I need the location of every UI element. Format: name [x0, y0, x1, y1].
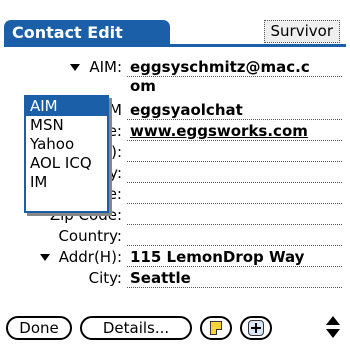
- popup-item-msn[interactable]: MSN: [26, 116, 107, 135]
- website-value[interactable]: www.eggsworks.com: [130, 122, 308, 141]
- addr-line: [127, 266, 342, 267]
- popup-item-im[interactable]: IM: [26, 173, 107, 192]
- im-type-popup: AIM MSN Yahoo AOL ICQ IM: [24, 95, 109, 213]
- aim-value-line2[interactable]: om: [130, 77, 156, 96]
- im-line: [127, 119, 342, 120]
- row5-label: y:: [109, 164, 122, 182]
- website-label: e:: [107, 122, 122, 140]
- add-button[interactable]: [240, 316, 272, 340]
- scroll-down-icon[interactable]: [326, 329, 340, 338]
- city-line: [127, 287, 342, 288]
- scroll-up-icon[interactable]: [326, 316, 340, 325]
- aim-label: AIM:: [89, 58, 122, 76]
- country-field[interactable]: [127, 245, 342, 246]
- aim-value-line1[interactable]: eggsyschmitz@mac.c: [130, 58, 310, 77]
- city-label: City:: [88, 269, 122, 287]
- category-select[interactable]: Survivor: [263, 20, 340, 43]
- addr-label-trigger[interactable]: Addr(H):: [39, 248, 122, 267]
- done-button[interactable]: Done: [6, 316, 72, 340]
- aim-label-trigger[interactable]: AIM:: [70, 58, 122, 77]
- zip-field[interactable]: [127, 224, 342, 225]
- im-label: M: [109, 101, 122, 119]
- row6-label: e:: [107, 185, 122, 203]
- row5-line[interactable]: [127, 182, 342, 183]
- chevron-down-icon: [39, 254, 50, 261]
- aim-line1: [127, 76, 342, 77]
- chevron-down-icon: [70, 64, 81, 71]
- row6-line[interactable]: [127, 203, 342, 204]
- addr-value[interactable]: 115 LemonDrop Way: [130, 248, 304, 267]
- im-value[interactable]: eggsyaolchat: [130, 101, 243, 120]
- contact-edit-screen: Contact Edit Survivor AIM: eggsyschmitz@…: [0, 0, 350, 354]
- country-label: Country:: [58, 227, 122, 245]
- note-icon: [210, 321, 222, 335]
- note-button[interactable]: [200, 316, 232, 340]
- addr-label: Addr(H):: [58, 248, 122, 266]
- details-button[interactable]: Details...: [80, 316, 192, 340]
- website-line: [127, 140, 342, 141]
- popup-item-aim[interactable]: AIM: [26, 97, 107, 116]
- popup-item-yahoo[interactable]: Yahoo: [26, 135, 107, 154]
- city-value[interactable]: Seattle: [130, 269, 191, 288]
- popup-item-aol-icq[interactable]: AOL ICQ: [26, 154, 107, 173]
- row4-label: ):: [111, 143, 122, 161]
- page-title: Contact Edit: [4, 20, 170, 46]
- title-rule: [4, 44, 346, 47]
- plus-icon: [248, 320, 264, 336]
- row4-line[interactable]: [127, 161, 342, 162]
